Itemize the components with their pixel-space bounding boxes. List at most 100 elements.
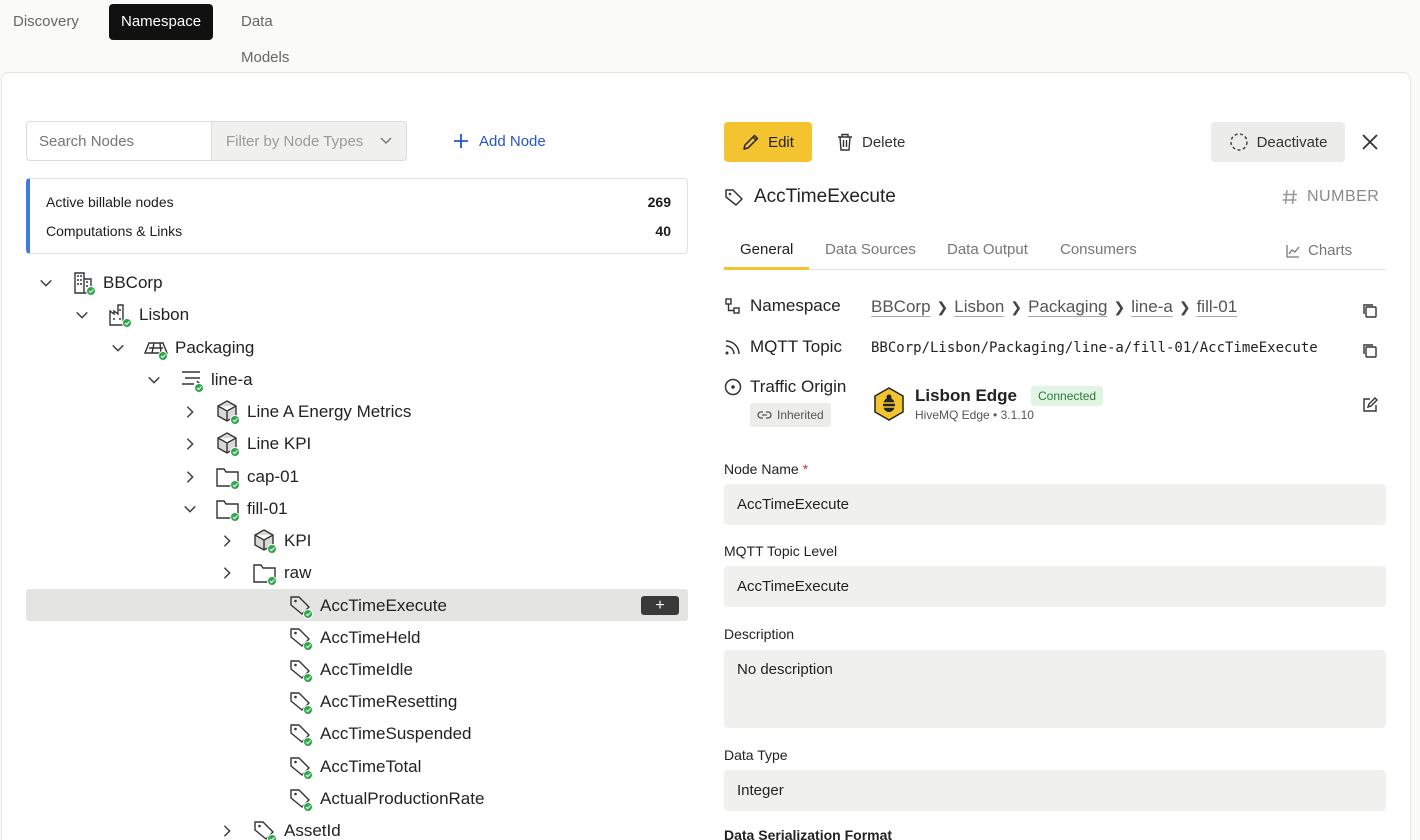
tree-node[interactable]: AssetId	[0, 815, 690, 840]
chevron-right-icon[interactable]	[183, 405, 197, 419]
deactivate-button[interactable]: Deactivate	[1211, 122, 1345, 162]
tab-consumers[interactable]: Consumers	[1044, 232, 1153, 270]
tree-node-label: Line A Energy Metrics	[247, 402, 412, 421]
status-badge: Connected	[1031, 386, 1104, 406]
data-type-field[interactable]: Integer	[724, 770, 1386, 811]
data-type-text: NUMBER	[1307, 188, 1380, 205]
crumb-fill-01[interactable]: fill-01	[1197, 297, 1238, 317]
tab-discovery[interactable]: Discovery	[1, 4, 91, 40]
topic-level-field[interactable]: AccTimeExecute	[724, 566, 1386, 607]
namespace-prop: Namespace	[724, 296, 841, 316]
hierarchy-icon	[725, 298, 740, 314]
chevron-right-icon[interactable]	[220, 534, 234, 548]
tree-node[interactable]: KPI	[0, 525, 690, 557]
copy-icon[interactable]	[1361, 302, 1379, 320]
tree-node[interactable]: BBCorp	[0, 267, 690, 299]
crumb-bbcorp[interactable]: BBCorp	[871, 297, 931, 317]
node-type-filter[interactable]: Filter by Node Types	[211, 121, 407, 161]
inherited-text: Inherited	[777, 408, 824, 422]
crumb-packaging[interactable]: Packaging	[1028, 297, 1107, 317]
crumb-line-a[interactable]: line-a	[1131, 297, 1173, 317]
edit-icon[interactable]	[1361, 396, 1379, 414]
dashed-circle-icon	[1229, 133, 1248, 151]
tab-general[interactable]: General	[724, 232, 810, 270]
tree-node-label: AccTimeSuspended	[320, 724, 472, 743]
tree-node[interactable]: Line A Energy Metrics	[0, 396, 690, 428]
stats-card: Active billable nodes 269 Computations &…	[26, 178, 688, 254]
chevron-right-icon[interactable]	[220, 824, 234, 838]
hivemq-logo-icon	[874, 387, 904, 421]
chevron-down-icon[interactable]	[183, 502, 197, 516]
chevron-down-icon[interactable]	[39, 276, 53, 290]
description-field[interactable]: No description	[724, 650, 1386, 728]
tag-icon	[254, 821, 277, 840]
chevron-down-icon[interactable]	[111, 341, 125, 355]
tree-node[interactable]: AccTimeResetting	[0, 686, 690, 718]
deactivate-label: Deactivate	[1256, 133, 1328, 151]
hash-icon	[1282, 189, 1297, 205]
tab-data-output[interactable]: Data Output	[931, 232, 1044, 270]
tree-node-label: AccTimeExecute	[320, 596, 447, 615]
data-type-badge: NUMBER	[1281, 188, 1379, 206]
tab-data-sources[interactable]: Data Sources	[809, 232, 932, 270]
tree-node-label: AssetId	[284, 821, 341, 840]
tree-node[interactable]: ActualProductionRate	[0, 783, 690, 815]
tree-node[interactable]: Line KPI	[0, 428, 690, 460]
tree-node[interactable]: AccTimeExecute	[0, 590, 690, 622]
edit-button[interactable]: Edit	[724, 122, 812, 162]
tag-icon	[290, 757, 313, 780]
rss-icon	[725, 340, 740, 355]
tree-node[interactable]: AccTimeSuspended	[0, 718, 690, 750]
chevron-right-icon: ❯	[1178, 298, 1191, 315]
tree-node-label: fill-01	[247, 499, 288, 518]
add-node-button[interactable]: Add Node	[453, 121, 546, 161]
cube-icon	[254, 529, 277, 554]
search-input[interactable]	[26, 121, 212, 161]
close-icon[interactable]	[1358, 130, 1382, 154]
chevron-right-icon[interactable]	[183, 470, 197, 484]
chevron-right-icon[interactable]	[183, 437, 197, 451]
trash-icon	[838, 133, 852, 151]
tree-node-label: line-a	[211, 370, 253, 389]
tree-node[interactable]: AccTimeIdle	[0, 654, 690, 686]
add-node-label: Add Node	[479, 132, 546, 150]
tree-node[interactable]: AccTimeTotal	[0, 751, 690, 783]
crumb-lisbon[interactable]: Lisbon	[954, 297, 1004, 317]
stat-value: 40	[655, 222, 671, 239]
tree-node-label: Lisbon	[139, 305, 190, 324]
edge-subtitle: HiveMQ Edge • 3.1.10	[915, 408, 1034, 422]
area-icon	[143, 342, 169, 361]
tree-node-label: cap-01	[247, 467, 299, 486]
node-name-field[interactable]: AccTimeExecute	[724, 484, 1386, 525]
chart-icon	[1286, 245, 1300, 258]
tree-node[interactable]: Packaging	[0, 332, 690, 364]
chevron-down-icon[interactable]	[75, 308, 89, 322]
tree-node-label: Line KPI	[247, 434, 312, 453]
tree-node[interactable]: raw	[0, 557, 690, 589]
tab-data-models[interactable]: Data Models	[229, 4, 301, 66]
breadcrumb: BBCorp ❯ Lisbon ❯ Packaging ❯ line-a ❯ fill-…	[871, 297, 1237, 317]
tree-node-label: Packaging	[175, 338, 255, 357]
tree-node[interactable]: cap-01	[0, 461, 690, 493]
tree-node-label: KPI	[284, 531, 312, 550]
copy-icon[interactable]	[1361, 342, 1379, 360]
tab-charts[interactable]: Charts	[1286, 232, 1352, 270]
tree-node-label: AccTimeIdle	[320, 660, 413, 679]
chevron-right-icon: ❯	[1010, 298, 1023, 315]
target-icon	[724, 378, 742, 396]
tree-node[interactable]: Lisbon	[0, 299, 690, 331]
chevron-down-icon[interactable]	[147, 373, 161, 387]
tree-node[interactable]: AccTimeHeld	[0, 622, 690, 654]
namespace-label: Namespace	[750, 296, 841, 315]
tag-icon	[290, 692, 313, 715]
chevron-right-icon: ❯	[1113, 298, 1126, 315]
tree-node[interactable]: line-a	[0, 364, 690, 396]
tab-namespace[interactable]: Namespace	[109, 4, 214, 40]
add-child-button[interactable]: +	[641, 596, 679, 615]
chevron-right-icon[interactable]	[220, 566, 234, 580]
tree-node[interactable]: fill-01	[0, 493, 690, 525]
site-icon	[109, 304, 132, 328]
delete-button[interactable]: Delete	[836, 122, 905, 162]
required-marker: *	[802, 461, 809, 477]
serialization-label: Data Serialization Format	[724, 827, 893, 840]
